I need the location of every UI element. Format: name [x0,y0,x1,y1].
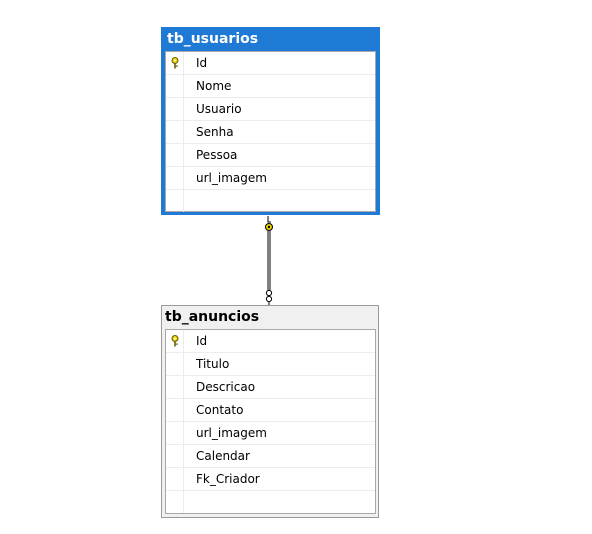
row-selector[interactable] [166,167,184,189]
column-row-url-imagem[interactable]: url_imagem [166,422,375,445]
relationship-line[interactable] [259,214,281,308]
table-tb-usuarios[interactable]: tb_usuarios Id Nome Usuario Senha Pessoa… [161,27,380,215]
column-name: Titulo [196,357,230,371]
column-name: Nome [196,79,232,93]
column-name: Id [196,334,208,348]
column-name: url_imagem [196,426,267,440]
column-list: Id Titulo Descricao Contato url_imagem C… [165,329,376,514]
row-selector[interactable] [166,144,184,166]
column-row-id[interactable]: Id [166,52,375,75]
row-selector[interactable] [166,353,184,375]
column-row-fk-criador[interactable]: Fk_Criador [166,468,375,491]
column-row-calendar[interactable]: Calendar [166,445,375,468]
column-row-new[interactable] [166,190,375,213]
column-row-descricao[interactable]: Descricao [166,376,375,399]
row-selector[interactable] [166,75,184,97]
column-row-nome[interactable]: Nome [166,75,375,98]
column-row-url-imagem[interactable]: url_imagem [166,167,375,190]
column-name: Contato [196,403,244,417]
column-name: Senha [196,125,234,139]
column-name: Pessoa [196,148,238,162]
row-selector[interactable] [166,121,184,143]
row-selector[interactable] [166,422,184,444]
row-selector[interactable] [166,399,184,421]
row-selector[interactable] [166,98,184,120]
infinity-icon [265,289,273,306]
column-row-pessoa[interactable]: Pessoa [166,144,375,167]
table-title[interactable]: tb_anuncios [162,306,378,327]
row-selector[interactable] [166,445,184,467]
column-row-titulo[interactable]: Titulo [166,353,375,376]
column-name: Calendar [196,449,250,463]
column-row-new[interactable] [166,491,375,514]
table-title[interactable]: tb_usuarios [164,30,377,49]
column-list: Id Nome Usuario Senha Pessoa url_imagem [165,51,376,212]
row-selector[interactable] [166,491,184,513]
row-selector[interactable] [166,190,184,212]
column-name: Usuario [196,102,242,116]
primary-key-icon [171,57,179,69]
row-selector[interactable] [166,330,184,352]
column-name: Descricao [196,380,256,394]
row-selector[interactable] [166,468,184,490]
column-name: url_imagem [196,171,267,185]
column-row-id[interactable]: Id [166,330,375,353]
column-name: Fk_Criador [196,472,260,486]
row-selector[interactable] [166,52,184,74]
key-icon [265,216,273,231]
primary-key-icon [171,335,179,347]
row-selector[interactable] [166,376,184,398]
table-tb-anuncios[interactable]: tb_anuncios Id Titulo Descricao Contato [161,305,379,518]
column-row-senha[interactable]: Senha [166,121,375,144]
column-name: Id [196,56,208,70]
column-row-usuario[interactable]: Usuario [166,98,375,121]
column-row-contato[interactable]: Contato [166,399,375,422]
